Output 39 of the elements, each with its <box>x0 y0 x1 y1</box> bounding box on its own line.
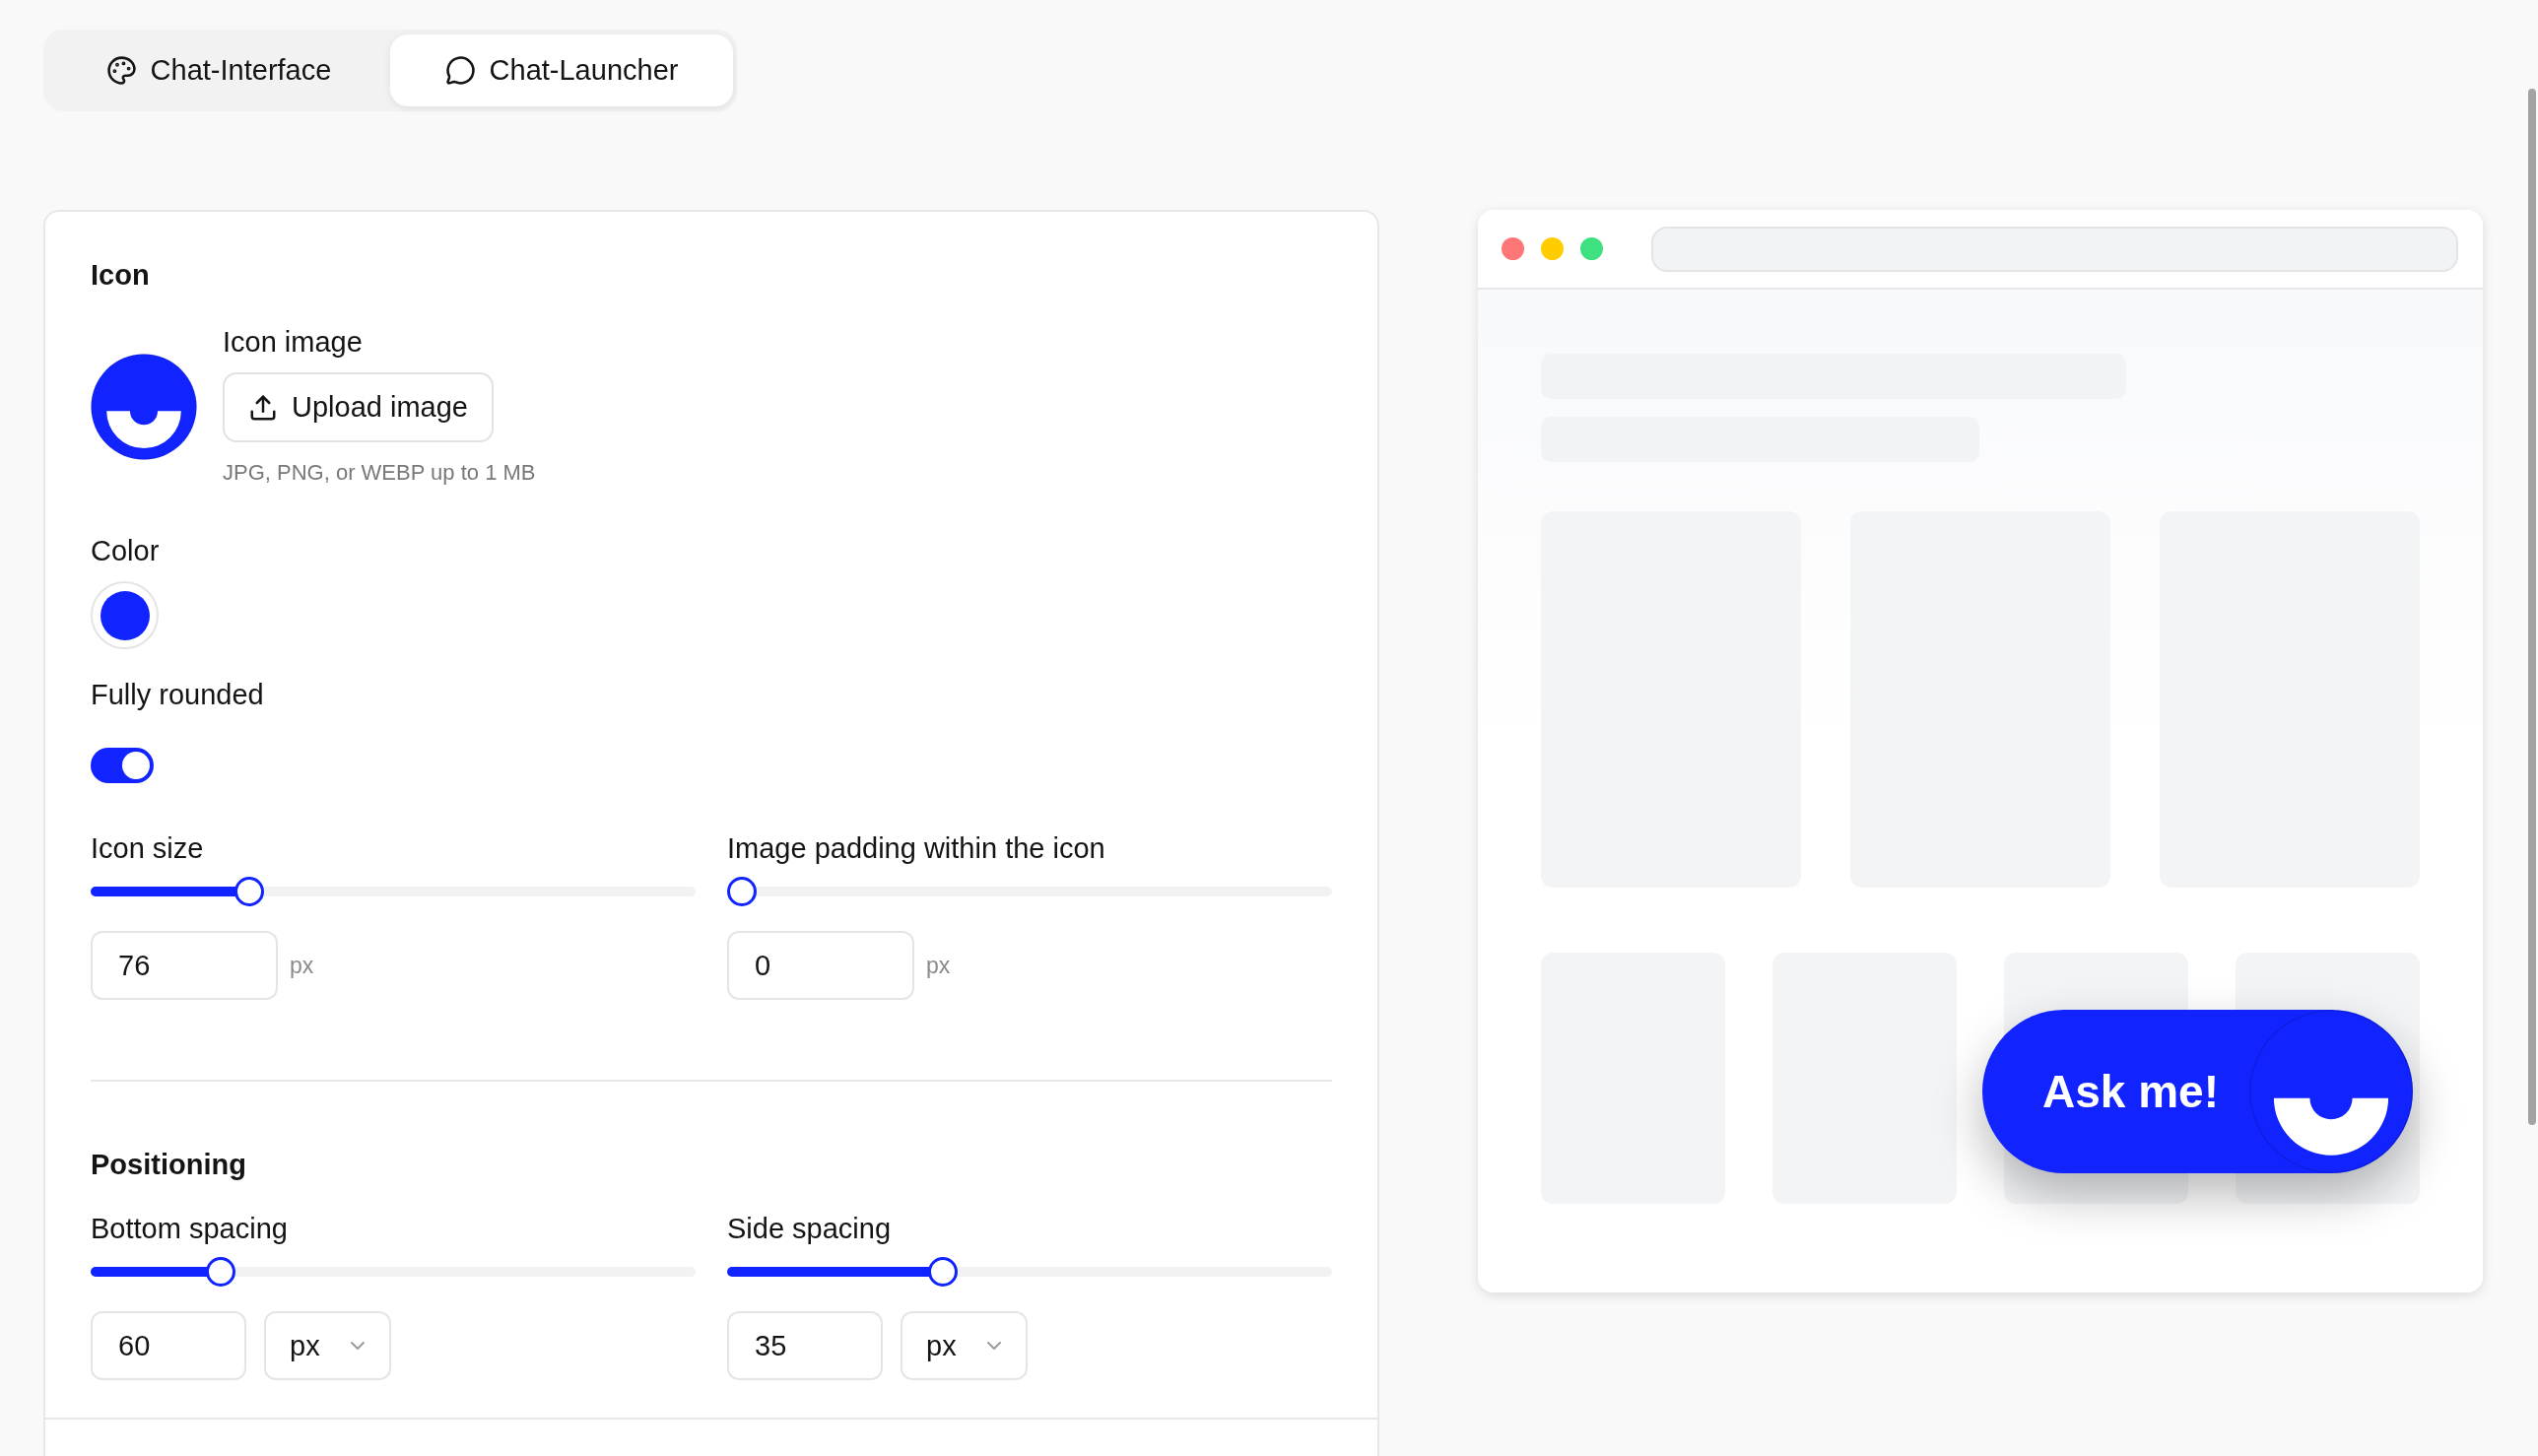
slider-track[interactable] <box>91 877 696 906</box>
slider-label: Side spacing <box>727 1212 892 1246</box>
field-label: Color <box>91 534 160 568</box>
slider-label: Bottom spacing <box>91 1212 288 1246</box>
speech-bubble-icon <box>444 55 476 86</box>
unit-label: px <box>290 952 314 979</box>
upload-button[interactable]: Upload image <box>223 372 494 442</box>
tab[interactable]: Chat-Interface <box>47 34 390 106</box>
scrollbar-thumb[interactable] <box>2528 89 2536 1125</box>
slider-label: Icon size <box>91 831 204 866</box>
section-heading: Positioning <box>91 1148 246 1182</box>
number-input[interactable]: 0 <box>727 931 914 1000</box>
window-dot-icon <box>1541 237 1564 260</box>
slider-thumb[interactable] <box>234 877 264 906</box>
slider-track[interactable] <box>727 877 1332 906</box>
slider-track[interactable] <box>727 1257 1332 1287</box>
palette-icon <box>105 55 137 86</box>
unit-label: px <box>926 952 951 979</box>
slider-thumb[interactable] <box>928 1257 959 1287</box>
unit-select[interactable]: px <box>901 1311 1028 1380</box>
smile-logo-icon <box>91 354 197 460</box>
section-heading: Icon <box>91 258 150 293</box>
field-label: Icon image <box>223 325 363 360</box>
window-dot-icon <box>1580 237 1603 260</box>
window-dot-icon <box>1502 237 1524 260</box>
smile-logo-icon <box>2249 1010 2413 1173</box>
number-input[interactable]: 76 <box>91 931 278 1000</box>
number-input[interactable]: 60 <box>91 1311 246 1380</box>
number-input[interactable]: 35 <box>727 1311 883 1380</box>
tab[interactable]: Chat-Launcher <box>390 34 733 106</box>
slider-track[interactable] <box>91 1257 696 1287</box>
chat-launcher-button[interactable]: Ask me! <box>1982 1010 2413 1173</box>
slider-label: Image padding within the icon <box>727 831 1105 866</box>
field-label: Fully rounded <box>91 678 264 712</box>
upload-hint: JPG, PNG, or WEBP up to 1 MB <box>223 459 536 487</box>
unit-select[interactable]: px <box>264 1311 391 1380</box>
slider-thumb[interactable] <box>205 1257 235 1287</box>
toggle-switch[interactable] <box>91 748 154 783</box>
slider-thumb[interactable] <box>727 877 757 906</box>
